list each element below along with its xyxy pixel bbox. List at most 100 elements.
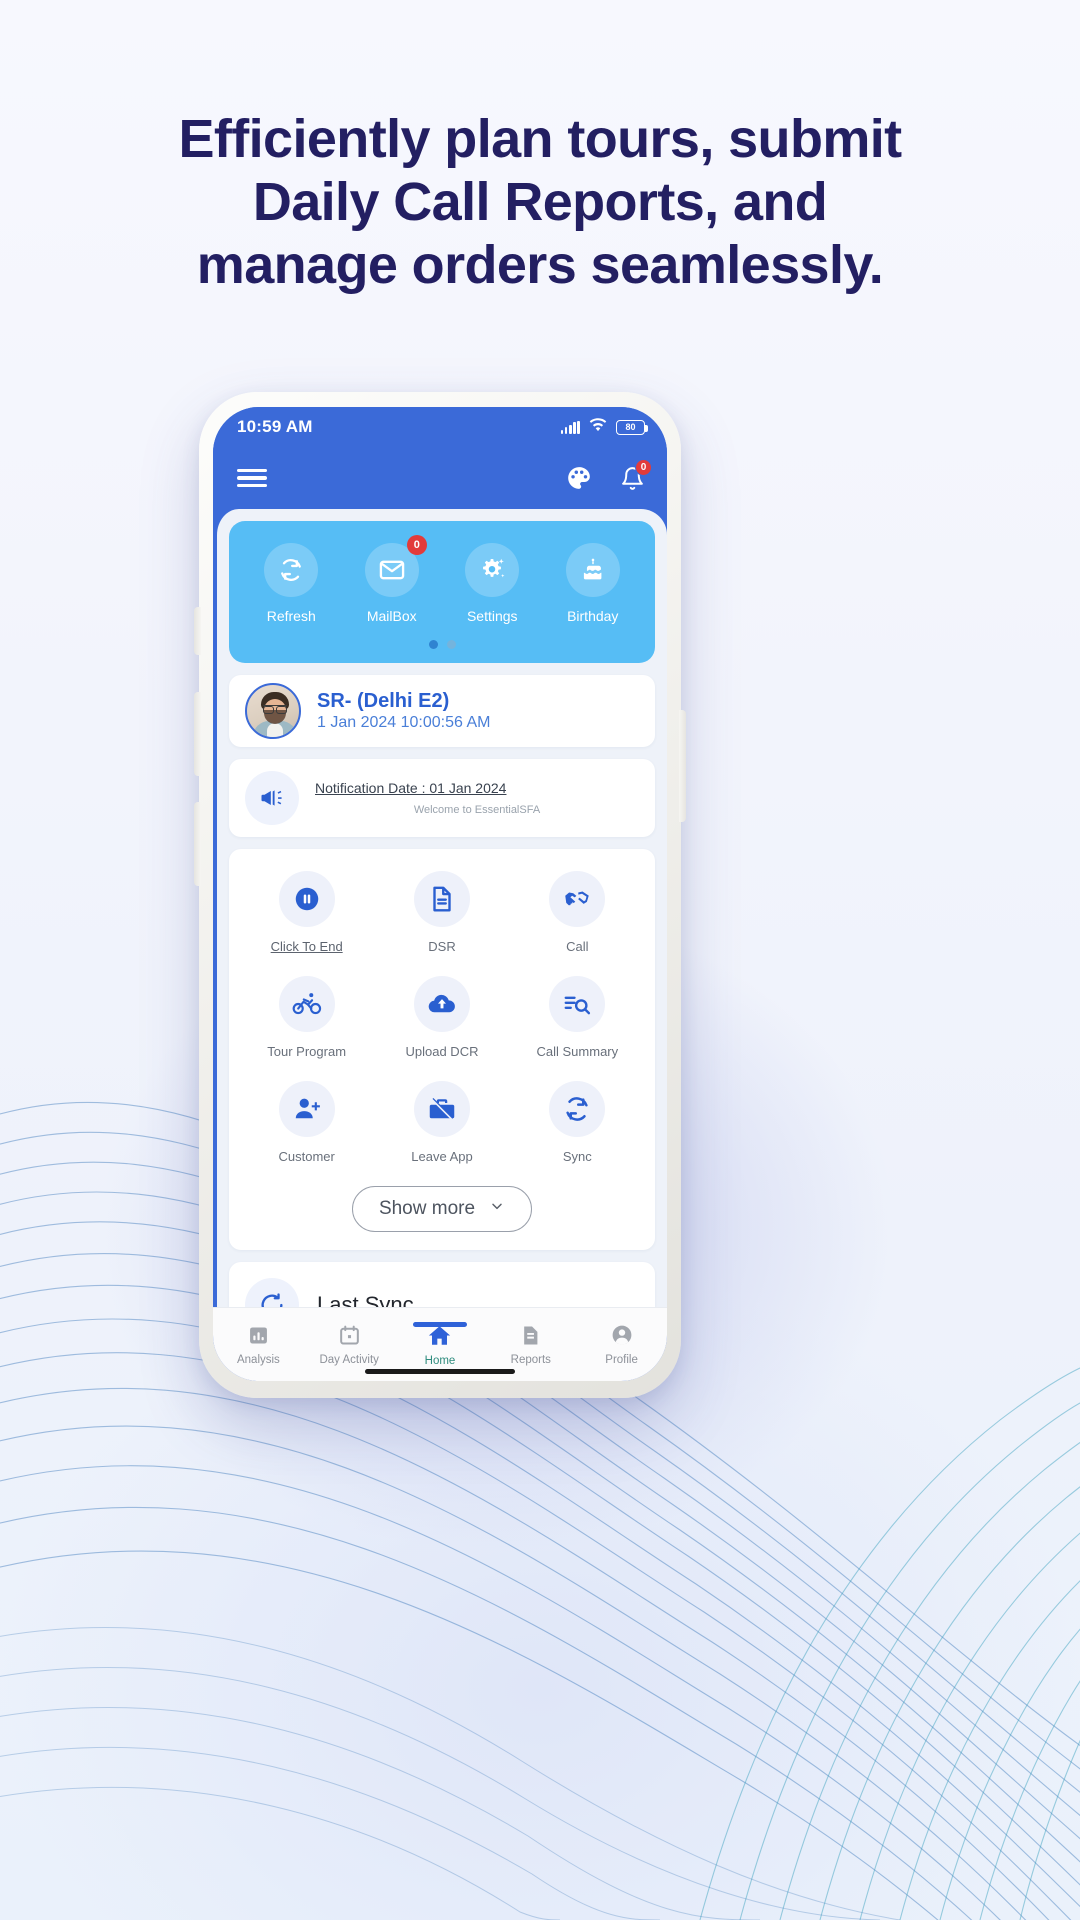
quick-action-birthday[interactable]: Birthday: [543, 543, 644, 624]
battery-level: 80: [625, 422, 636, 432]
menu-item-label: DSR: [428, 939, 456, 954]
nav-item-day-activity[interactable]: Day Activity: [304, 1324, 395, 1366]
phone-button-silent: [194, 607, 201, 655]
quick-action-label: Settings: [466, 608, 518, 624]
megaphone-icon: [245, 771, 299, 825]
nav-item-label: Profile: [605, 1354, 638, 1366]
menu-item-label: Leave App: [411, 1149, 473, 1164]
palette-icon[interactable]: [566, 465, 592, 491]
last-sync-title: Last Sync: [317, 1292, 414, 1307]
menu-item-leave-app[interactable]: Leave App: [374, 1081, 509, 1164]
menu-item-click-to-end[interactable]: Click To End: [239, 871, 374, 954]
quick-actions-row: Refresh 0 MailBox Settings Birthday: [241, 535, 644, 624]
cake-icon: [565, 543, 620, 597]
menu-grid: Click To End DSR Call Tour Program Uploa…: [239, 871, 645, 1164]
bar-chart-icon: [247, 1324, 270, 1347]
sync-icon: [549, 1081, 606, 1137]
menu-item-label: Call: [566, 939, 589, 954]
refresh-icon: [264, 543, 319, 597]
quick-action-label: Birthday: [567, 608, 619, 624]
menu-grid-card: Click To End DSR Call Tour Program Uploa…: [229, 849, 655, 1250]
menu-item-call[interactable]: Call: [510, 871, 645, 954]
gear-icon: [465, 543, 520, 597]
notification-count-badge: 0: [635, 458, 652, 476]
briefcase-off-icon: [413, 1081, 470, 1137]
mailbox-badge: 0: [406, 535, 427, 555]
notification-date: Notification Date : 01 Jan 2024: [315, 780, 507, 796]
carousel-dot[interactable]: [446, 640, 456, 649]
nav-active-indicator: [412, 1321, 467, 1327]
notification-card[interactable]: Notification Date : 01 Jan 2024 Welcome …: [229, 759, 655, 837]
phone-screen: 10:59 AM 80 0 Refresh 0 MailBox Settings…: [213, 407, 667, 1381]
avatar: [245, 683, 301, 739]
menu-item-customer[interactable]: Customer: [239, 1081, 374, 1164]
quick-action-settings[interactable]: Settings: [442, 543, 543, 624]
app-bar-actions: 0: [566, 458, 652, 491]
nav-item-home[interactable]: Home: [395, 1321, 486, 1367]
pause-circle-icon: [278, 871, 335, 927]
menu-item-upload-dcr[interactable]: Upload DCR: [374, 976, 509, 1059]
list-search-icon: [549, 976, 606, 1032]
headline-line-2: Daily Call Reports, and: [252, 172, 828, 233]
nav-item-label: Day Activity: [319, 1353, 379, 1366]
menu-item-label: Click To End: [270, 939, 343, 954]
quick-actions-card: Refresh 0 MailBox Settings Birthday: [229, 521, 655, 663]
document-icon: [413, 871, 470, 927]
quick-action-refresh[interactable]: Refresh: [241, 543, 342, 624]
bottom-navigation: Analysis Day Activity Home Reports Profi…: [213, 1307, 667, 1381]
profile-name: SR- (Delhi E2): [317, 690, 450, 712]
home-indicator-bar: [365, 1369, 515, 1374]
nav-item-analysis[interactable]: Analysis: [213, 1324, 304, 1366]
quick-action-mailbox[interactable]: 0 MailBox: [342, 535, 443, 624]
bell-icon[interactable]: 0: [620, 458, 652, 491]
nav-item-label: Home: [424, 1354, 456, 1367]
quick-action-label: Refresh: [266, 608, 316, 624]
hamburger-menu-icon[interactable]: [237, 464, 267, 492]
profile-card[interactable]: SR- (Delhi E2) 1 Jan 2024 10:00:56 AM: [229, 675, 655, 747]
headline-line-1: Efficiently plan tours, submit: [178, 109, 902, 169]
nav-item-label: Reports: [510, 1353, 551, 1366]
menu-item-label: Upload DCR: [405, 1044, 479, 1059]
person-icon: [610, 1323, 634, 1347]
app-bar: 0: [213, 447, 667, 509]
mail-icon: 0: [364, 535, 427, 597]
notification-message: Welcome to EssentialSFA: [413, 804, 541, 816]
quick-action-label: MailBox: [366, 608, 417, 624]
phone-button-volume-up: [194, 692, 201, 776]
profile-text: SR- (Delhi E2) 1 Jan 2024 10:00:56 AM: [317, 690, 490, 732]
nav-item-profile[interactable]: Profile: [576, 1323, 667, 1366]
phone-button-volume-down: [194, 802, 201, 886]
app-content: Refresh 0 MailBox Settings Birthday SR- …: [213, 509, 667, 1307]
show-more-label: Show more: [378, 1198, 476, 1219]
chevron-down-icon: [489, 1198, 505, 1220]
sync-clock-icon: [245, 1278, 299, 1307]
menu-item-label: Sync: [562, 1149, 592, 1164]
menu-item-label: Customer: [278, 1149, 335, 1164]
wifi-icon: [589, 417, 607, 437]
handshake-icon: [549, 871, 606, 927]
phone-mockup: 10:59 AM 80 0 Refresh 0 MailBox Settings…: [194, 392, 686, 1398]
status-indicators: 80: [560, 417, 648, 437]
page-title: Efficiently plan tours, submit Daily Cal…: [0, 108, 1080, 298]
menu-item-label: Call Summary: [536, 1044, 619, 1059]
menu-item-sync[interactable]: Sync: [510, 1081, 645, 1164]
bicycle-icon: [278, 976, 335, 1032]
status-bar: 10:59 AM 80: [213, 407, 667, 447]
menu-item-call-summary[interactable]: Call Summary: [510, 976, 645, 1059]
status-time: 10:59 AM: [237, 417, 313, 436]
calendar-icon: [338, 1324, 361, 1347]
carousel-dot-active[interactable]: [428, 640, 438, 649]
show-more-wrap: Show more: [239, 1186, 645, 1232]
profile-timestamp: 1 Jan 2024 10:00:56 AM: [317, 714, 491, 731]
menu-item-label: Tour Program: [267, 1044, 347, 1059]
show-more-button[interactable]: Show more: [351, 1186, 533, 1232]
menu-item-dsr[interactable]: DSR: [374, 871, 509, 954]
phone-button-power: [679, 710, 686, 822]
nav-item-label: Analysis: [236, 1353, 280, 1366]
cloud-upload-icon: [413, 976, 470, 1032]
menu-item-tour-program[interactable]: Tour Program: [239, 976, 374, 1059]
carousel-dots: [241, 640, 643, 649]
nav-item-reports[interactable]: Reports: [485, 1324, 576, 1366]
signal-bars-icon: [560, 420, 580, 434]
last-sync-card[interactable]: Last Sync: [229, 1262, 655, 1307]
